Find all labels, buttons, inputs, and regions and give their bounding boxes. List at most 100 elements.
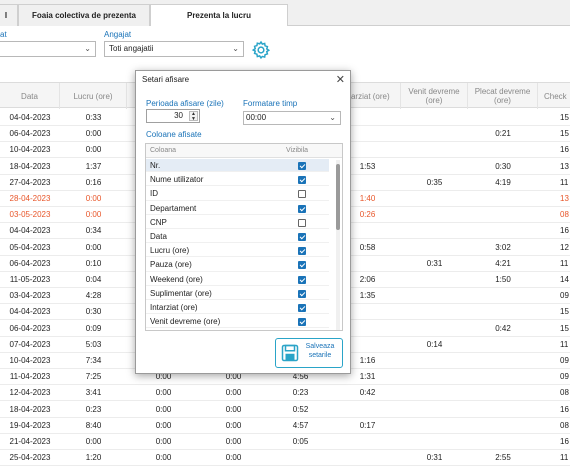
table-cell <box>468 110 538 126</box>
visible-checkbox[interactable] <box>298 318 306 327</box>
employee-select[interactable]: Toti angajatii ⌄ <box>104 41 244 57</box>
column-setting-row[interactable]: Venit devreme (ore) <box>146 315 329 329</box>
table-cell: 0:23 <box>292 388 309 398</box>
table-cell: 06-04-2023 <box>9 323 51 333</box>
table-cell <box>401 369 468 385</box>
time-format-select[interactable]: 00:00 ⌄ <box>243 111 341 125</box>
table-cell: 4:57 <box>292 420 309 430</box>
column-setting-row[interactable]: Intarziat (ore) <box>146 301 329 315</box>
tab-bar: l Foaia colectiva de prezenta Prezenta l… <box>0 0 570 27</box>
column-setting-row[interactable]: Lucru (ore) <box>146 244 329 258</box>
column-setting-row[interactable]: Departament <box>146 202 329 215</box>
visible-checkbox[interactable] <box>298 204 306 213</box>
column-header[interactable]: Plecat devreme (ore) <box>468 83 538 109</box>
table-cell: 03-05-2023 <box>9 210 51 220</box>
table-cell: 0:09 <box>85 323 102 333</box>
table-cell: 0:52 <box>292 404 309 414</box>
column-setting-row[interactable]: Suplimentar (ore) <box>146 287 329 300</box>
spinner-arrows-icon[interactable]: ▲ ▼ <box>189 111 198 122</box>
column-setting-row[interactable]: ID <box>146 187 329 201</box>
column-setting-row[interactable]: CNP <box>146 216 329 229</box>
tab-partial[interactable]: l <box>0 4 18 26</box>
period-spinner[interactable]: 30 ▲ ▼ <box>146 109 200 123</box>
filter-left-select[interactable]: ⌄ <box>0 41 96 57</box>
column-setting-row[interactable]: Nume utilizator <box>146 173 329 187</box>
table-cell: 3:41 <box>85 388 102 398</box>
filter-bar: at ⌄ Angajat Toti angajatii ⌄ <box>0 26 570 70</box>
table-cell: 0:05 <box>292 437 309 446</box>
column-setting-row[interactable]: Pauza (ore) <box>146 258 329 272</box>
visible-checkbox[interactable] <box>298 247 306 256</box>
scrollbar-thumb[interactable] <box>336 164 340 230</box>
column-setting-row[interactable]: Nr. <box>146 159 329 173</box>
table-cell <box>401 159 468 175</box>
table-cell <box>468 434 538 450</box>
column-setting-name: CNP <box>150 217 167 227</box>
visible-checkbox[interactable] <box>298 304 306 312</box>
table-row[interactable]: 25-04-2023 1:20 0:00 0:00 0:31 2:55 11 <box>0 450 570 467</box>
gear-icon[interactable] <box>251 40 271 60</box>
table-cell: 16 <box>560 226 569 236</box>
column-setting-name: Weekend (ore) <box>150 274 203 284</box>
visible-checkbox[interactable] <box>298 162 306 170</box>
table-cell: 0:00 <box>85 437 102 446</box>
columns-scrollbar[interactable] <box>336 160 340 330</box>
table-row[interactable]: 12-04-2023 3:41 0:00 0:00 0:23 0:42 08 <box>0 385 570 402</box>
table-cell: 19-04-2023 <box>9 420 51 430</box>
table-cell <box>401 321 468 337</box>
visible-checkbox[interactable] <box>298 218 306 227</box>
table-cell: 05-04-2023 <box>9 242 51 252</box>
table-cell: 15 <box>560 129 569 139</box>
column-header[interactable]: Data <box>0 83 60 109</box>
table-cell <box>334 450 401 466</box>
table-cell: 15 <box>560 113 569 122</box>
table-cell: 0:00 <box>155 420 172 430</box>
table-cell: 7:25 <box>85 372 102 382</box>
column-setting-row[interactable]: Weekend (ore) <box>146 273 329 286</box>
table-cell: 06-04-2023 <box>9 129 51 139</box>
table-cell: 18-04-2023 <box>9 161 51 171</box>
column-header[interactable]: Check <box>538 83 570 109</box>
table-row[interactable]: 18-04-2023 0:23 0:00 0:00 0:52 16 <box>0 402 570 418</box>
table-cell: 0:00 <box>85 129 102 139</box>
save-settings-button[interactable]: Salveaza setarile <box>275 338 343 368</box>
tab-foaia-colectiva[interactable]: Foaia colectiva de prezenta <box>18 4 150 26</box>
employee-label: Angajat <box>104 30 132 39</box>
column-setting-name: Venit devreme (ore) <box>150 317 221 327</box>
table-row[interactable]: 19-04-2023 8:40 0:00 0:00 4:57 0:17 08 <box>0 418 570 434</box>
visible-checkbox[interactable] <box>298 289 306 298</box>
table-cell: 0:00 <box>155 437 172 446</box>
table-cell: 0:00 <box>225 437 242 446</box>
visible-checkbox[interactable] <box>298 190 306 199</box>
close-icon[interactable]: ✕ <box>336 71 345 89</box>
visible-checkbox[interactable] <box>298 275 306 284</box>
table-cell <box>401 142 468 158</box>
visible-checkbox[interactable] <box>298 176 306 185</box>
time-format-value: 00:00 <box>246 113 267 122</box>
table-cell: 0:21 <box>495 129 511 139</box>
tab-prezenta-la-lucru[interactable]: Prezenta la lucru <box>150 4 288 27</box>
column-setting-name: Departament <box>150 203 197 213</box>
table-cell: 08 <box>560 388 569 398</box>
table-cell: 0:00 <box>225 404 242 414</box>
table-cell: 0:00 <box>225 453 242 463</box>
period-value: 30 <box>174 111 183 120</box>
column-header[interactable]: Lucru (ore) <box>60 83 127 109</box>
table-cell: 0:34 <box>85 226 102 236</box>
table-cell: 07-04-2023 <box>9 339 51 349</box>
table-cell <box>468 304 538 320</box>
table-cell <box>334 434 401 450</box>
table-cell: 0:00 <box>155 453 172 463</box>
table-cell: 4:21 <box>495 258 511 268</box>
visible-checkbox[interactable] <box>298 233 306 241</box>
table-cell: 11-04-2023 <box>9 372 51 382</box>
table-cell: 1:20 <box>85 453 102 463</box>
visible-checkbox[interactable] <box>298 261 306 270</box>
table-row[interactable]: 21-04-2023 0:00 0:00 0:00 0:05 16 <box>0 434 570 450</box>
table-cell <box>468 402 538 418</box>
column-header[interactable]: Venit devreme (ore) <box>401 83 468 109</box>
table-cell: 10-04-2023 <box>9 356 51 365</box>
column-setting-row[interactable]: Data <box>146 230 329 244</box>
table-cell: 12 <box>560 242 569 252</box>
table-cell: 06-04-2023 <box>9 258 51 268</box>
